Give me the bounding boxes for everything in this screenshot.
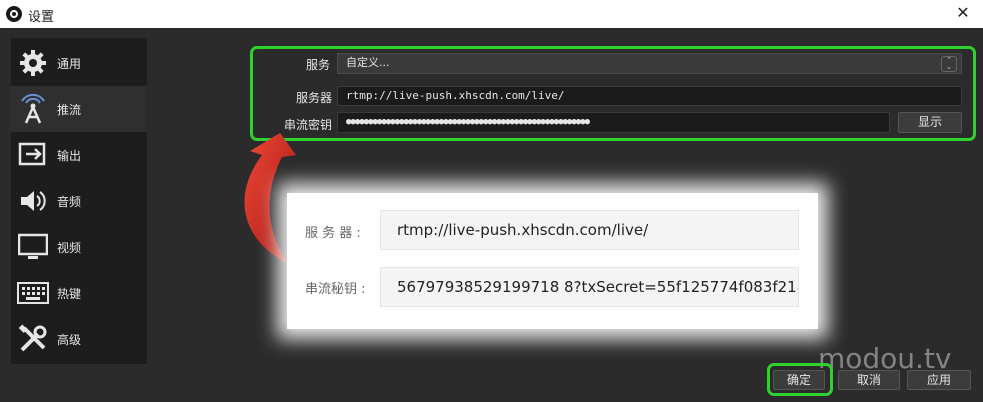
- monitor-icon: [15, 229, 51, 265]
- sidebar-item-label: 音频: [57, 194, 82, 209]
- antenna-icon: [15, 91, 51, 127]
- cancel-button[interactable]: 取消: [838, 370, 900, 390]
- tools-icon: [15, 321, 51, 357]
- sidebar-item-general[interactable]: 通用: [11, 40, 147, 86]
- sidebar-item-audio[interactable]: 音频: [11, 178, 147, 224]
- sidebar-item-advanced[interactable]: 高级: [11, 316, 147, 362]
- keyboard-icon: [15, 275, 51, 311]
- title-bar: 设置 ✕: [0, 0, 983, 29]
- sidebar-item-hotkeys[interactable]: 热键: [11, 270, 147, 316]
- sidebar-item-label: 视频: [57, 240, 82, 255]
- close-button[interactable]: ✕: [953, 3, 973, 23]
- popup-key-field: 56797938529199718 8?txSecret=55f125774f0…: [380, 267, 799, 307]
- sidebar-item-stream[interactable]: 推流: [11, 86, 147, 132]
- settings-sidebar: 通用 推流 输出 音频 视频 热键 高级: [11, 38, 147, 364]
- apply-button[interactable]: 应用: [907, 370, 971, 390]
- sidebar-item-label: 通用: [57, 56, 82, 71]
- sidebar-item-label: 高级: [57, 332, 82, 347]
- sidebar-item-label: 推流: [57, 102, 82, 117]
- speaker-icon: [15, 183, 51, 219]
- sidebar-item-label: 输出: [57, 148, 82, 163]
- window-title: 设置: [28, 10, 55, 25]
- output-icon: [15, 137, 51, 173]
- highlight-ok-button: [767, 363, 833, 396]
- sidebar-item-video[interactable]: 视频: [11, 224, 147, 270]
- popup-key-label: 串流秘钥 :: [305, 282, 366, 297]
- sidebar-item-label: 热键: [57, 286, 82, 301]
- highlight-stream-settings: [250, 46, 976, 141]
- stream-info-popup: 服 务 器 : rtmp://live-push.xhscdn.com/live…: [287, 193, 818, 329]
- sidebar-item-output[interactable]: 输出: [11, 132, 147, 178]
- obs-logo-icon: [6, 6, 22, 22]
- gear-icon: [15, 45, 51, 81]
- popup-server-field: rtmp://live-push.xhscdn.com/live/: [380, 210, 799, 250]
- popup-server-label: 服 务 器 :: [305, 226, 361, 241]
